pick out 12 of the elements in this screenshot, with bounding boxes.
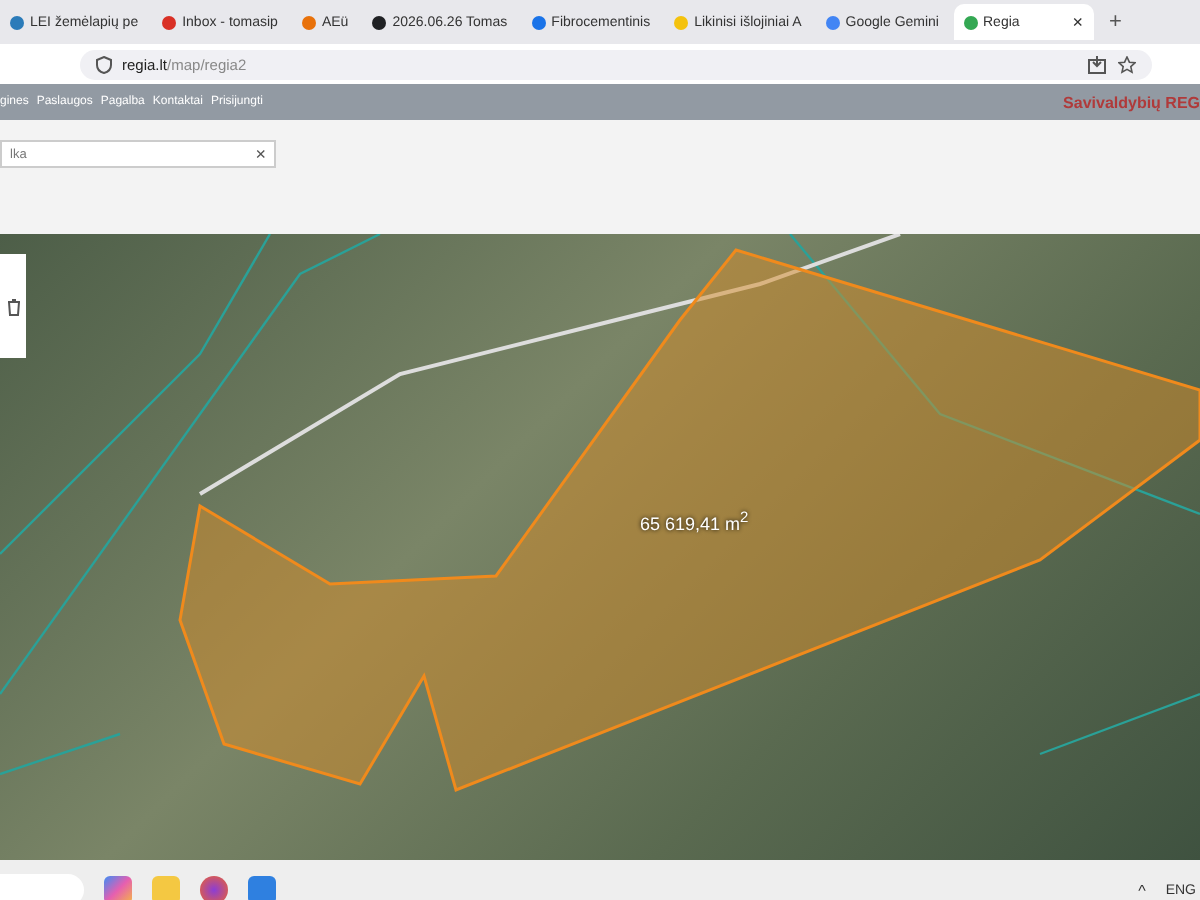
shield-icon	[96, 55, 112, 73]
bookmark-star-icon[interactable]	[1118, 55, 1136, 73]
site-title: Savivaldybių REG	[1063, 93, 1200, 111]
clear-button[interactable]: ×	[255, 144, 266, 164]
download-icon[interactable]	[1088, 55, 1106, 73]
trash-icon[interactable]	[5, 297, 21, 315]
area-label: 65 619,41 m$^{2}$	[640, 508, 749, 534]
selected-parcel[interactable]	[178, 248, 1200, 792]
close-tab-button[interactable]: ×	[1072, 12, 1083, 32]
satellite-map[interactable]: 65 619,41 m$^{2}$	[0, 234, 1200, 860]
new-tab-button[interactable]: +	[1109, 10, 1122, 34]
tray-caret[interactable]: ^	[1138, 881, 1146, 899]
